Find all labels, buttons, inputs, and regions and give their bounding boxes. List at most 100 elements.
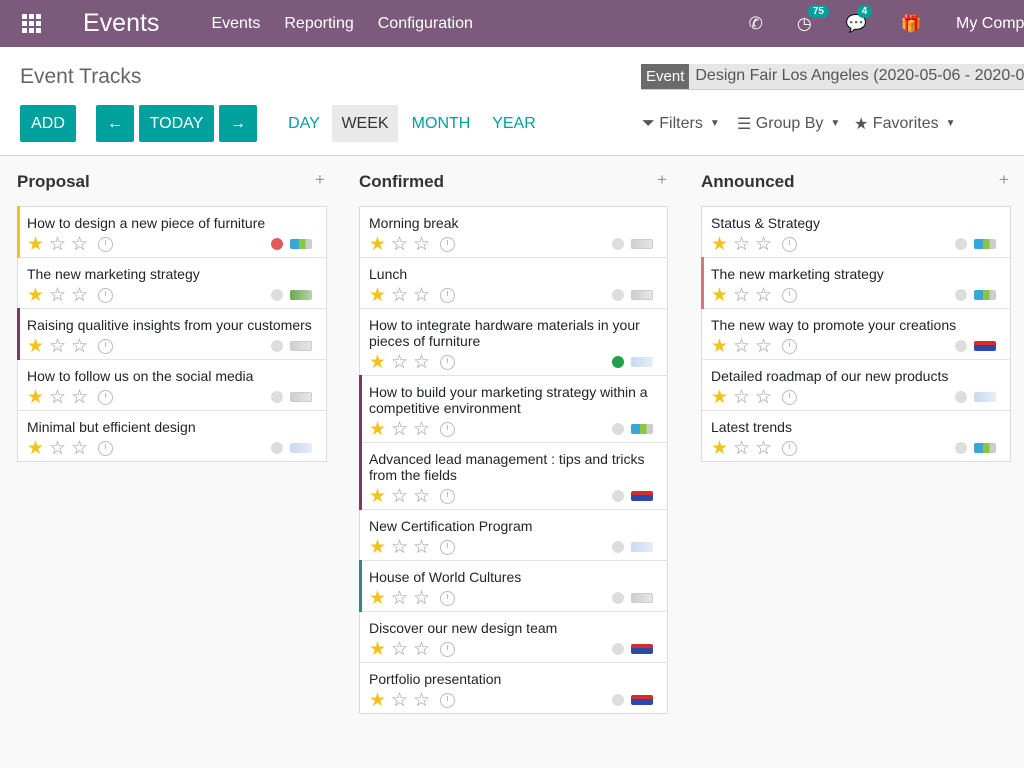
activity-clock-icon[interactable]	[440, 421, 455, 437]
priority-star-icon[interactable]: ★	[27, 437, 49, 460]
add-button[interactable]: ADD	[20, 105, 76, 142]
kanban-card[interactable]: Detailed roadmap of our new products ★ ☆ ☆	[702, 360, 1010, 411]
activity-clock-icon[interactable]: ◷ 75	[797, 4, 829, 34]
priority-star-icon[interactable]: ★	[369, 638, 391, 661]
scale-day[interactable]: DAY	[281, 105, 327, 142]
priority-star-icon[interactable]: ☆	[413, 233, 435, 256]
priority-star-icon[interactable]: ☆	[71, 284, 93, 307]
activity-clock-icon[interactable]	[782, 440, 797, 456]
group-by-dropdown[interactable]: ☰ Group By ▼	[737, 105, 840, 142]
filters-dropdown[interactable]: ⏷ Filters ▼	[642, 105, 720, 142]
kanban-card[interactable]: Discover our new design team ★ ☆ ☆	[360, 612, 667, 663]
kanban-state-indicator[interactable]	[271, 442, 283, 454]
priority-star-icon[interactable]: ★	[369, 284, 391, 307]
activity-clock-icon[interactable]	[782, 236, 797, 252]
activity-clock-icon[interactable]	[98, 236, 113, 252]
priority-star-icon[interactable]: ☆	[413, 284, 435, 307]
activity-clock-icon[interactable]	[440, 287, 455, 303]
priority-star-icon[interactable]: ☆	[755, 437, 777, 460]
kanban-card[interactable]: How to follow us on the social media ★ ☆ ☆	[18, 360, 326, 411]
kanban-card[interactable]: How to integrate hardware materials in y…	[360, 309, 667, 376]
priority-star-icon[interactable]: ☆	[413, 638, 435, 661]
kanban-state-indicator[interactable]	[271, 238, 283, 250]
kanban-state-indicator[interactable]	[955, 442, 967, 454]
prev-button[interactable]: ←	[96, 105, 134, 142]
priority-star-icon[interactable]: ☆	[391, 536, 413, 559]
kanban-state-indicator[interactable]	[271, 340, 283, 352]
kanban-state-indicator[interactable]	[612, 356, 624, 368]
kanban-state-indicator[interactable]	[612, 490, 624, 502]
priority-star-icon[interactable]: ☆	[733, 284, 755, 307]
activity-clock-icon[interactable]	[440, 354, 455, 370]
activity-clock-icon[interactable]	[98, 287, 113, 303]
kanban-state-indicator[interactable]	[271, 289, 283, 301]
priority-star-icon[interactable]: ☆	[733, 437, 755, 460]
gift-icon[interactable]: 🎁	[901, 14, 922, 34]
kanban-state-indicator[interactable]	[612, 238, 624, 250]
kanban-card[interactable]: Latest trends ★ ☆ ☆	[702, 411, 1010, 461]
priority-star-icon[interactable]: ☆	[413, 485, 435, 508]
priority-star-icon[interactable]: ★	[711, 335, 733, 358]
kanban-card[interactable]: How to build your marketing strategy wit…	[359, 375, 667, 443]
menu-item-events[interactable]: Events	[211, 15, 260, 33]
add-card-icon[interactable]: +	[315, 170, 325, 190]
priority-star-icon[interactable]: ☆	[49, 233, 71, 256]
menu-item-configuration[interactable]: Configuration	[378, 15, 473, 33]
scale-year[interactable]: YEAR	[486, 105, 542, 142]
activity-clock-icon[interactable]	[98, 440, 113, 456]
activity-clock-icon[interactable]	[440, 488, 455, 504]
kanban-state-indicator[interactable]	[955, 238, 967, 250]
kanban-card[interactable]: House of World Cultures ★ ☆ ☆	[359, 560, 667, 612]
priority-star-icon[interactable]: ☆	[733, 233, 755, 256]
kanban-card[interactable]: New Certification Program ★ ☆ ☆	[360, 510, 667, 561]
priority-star-icon[interactable]: ☆	[71, 335, 93, 358]
activity-clock-icon[interactable]	[440, 692, 455, 708]
priority-star-icon[interactable]: ★	[369, 418, 391, 441]
priority-star-icon[interactable]: ★	[711, 437, 733, 460]
kanban-card[interactable]: The new way to promote your creations ★ ☆ ☆	[702, 309, 1010, 360]
priority-star-icon[interactable]: ★	[369, 233, 391, 256]
favorites-dropdown[interactable]: ★ Favorites ▼	[854, 105, 956, 142]
priority-star-icon[interactable]: ☆	[413, 351, 435, 374]
activity-clock-icon[interactable]	[98, 338, 113, 354]
priority-star-icon[interactable]: ☆	[755, 233, 777, 256]
priority-star-icon[interactable]: ★	[369, 536, 391, 559]
scale-week[interactable]: WEEK	[332, 105, 398, 142]
priority-star-icon[interactable]: ★	[27, 335, 49, 358]
add-card-icon[interactable]: +	[999, 170, 1009, 190]
activity-clock-icon[interactable]	[782, 338, 797, 354]
priority-star-icon[interactable]: ☆	[391, 351, 413, 374]
priority-star-icon[interactable]: ☆	[71, 386, 93, 409]
activity-clock-icon[interactable]	[98, 389, 113, 405]
priority-star-icon[interactable]: ☆	[755, 386, 777, 409]
kanban-state-indicator[interactable]	[271, 391, 283, 403]
today-button[interactable]: TODAY	[139, 105, 214, 142]
activity-clock-icon[interactable]	[440, 539, 455, 555]
kanban-card[interactable]: How to design a new piece of furniture ★ ☆…	[17, 206, 326, 258]
app-brand[interactable]: Events	[83, 9, 159, 38]
activity-clock-icon[interactable]	[440, 641, 455, 657]
priority-star-icon[interactable]: ☆	[733, 335, 755, 358]
priority-star-icon[interactable]: ☆	[49, 284, 71, 307]
priority-star-icon[interactable]: ★	[369, 689, 391, 712]
kanban-card[interactable]: Advanced lead management : tips and tric…	[359, 442, 667, 510]
phone-icon[interactable]: ✆	[749, 14, 763, 34]
activity-clock-icon[interactable]	[782, 389, 797, 405]
scale-month[interactable]: MONTH	[404, 105, 478, 142]
kanban-card[interactable]: Minimal but efficient design ★ ☆ ☆	[18, 411, 326, 461]
priority-star-icon[interactable]: ★	[711, 284, 733, 307]
activity-clock-icon[interactable]	[440, 590, 455, 606]
priority-star-icon[interactable]: ☆	[391, 418, 413, 441]
kanban-state-indicator[interactable]	[955, 289, 967, 301]
kanban-card[interactable]: Raising qualitive insights from your cus…	[17, 308, 326, 360]
next-button[interactable]: →	[219, 105, 257, 142]
menu-item-reporting[interactable]: Reporting	[284, 15, 353, 33]
kanban-card[interactable]: Portfolio presentation ★ ☆ ☆	[360, 663, 667, 713]
activity-clock-icon[interactable]	[440, 236, 455, 252]
priority-star-icon[interactable]: ☆	[49, 437, 71, 460]
kanban-state-indicator[interactable]	[612, 592, 624, 604]
priority-star-icon[interactable]: ☆	[391, 638, 413, 661]
priority-star-icon[interactable]: ☆	[391, 485, 413, 508]
priority-star-icon[interactable]: ☆	[391, 233, 413, 256]
kanban-state-indicator[interactable]	[612, 423, 624, 435]
